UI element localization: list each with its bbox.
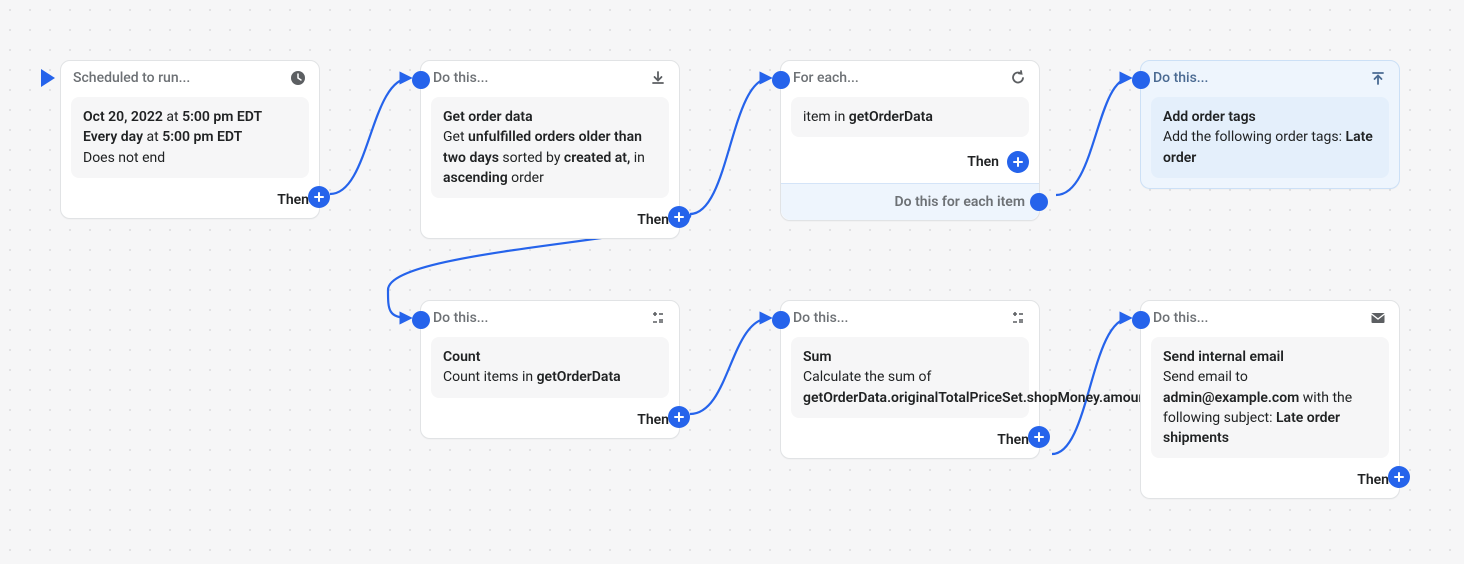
send-email-body: Send internal email Send email to admin@… xyxy=(1151,337,1389,458)
then-label: Then xyxy=(1357,472,1389,488)
schedule-body: Oct 20, 2022 at 5:00 pm EDT Every day at… xyxy=(71,97,309,178)
card-header-label: Do this... xyxy=(433,310,641,326)
then-label: Then xyxy=(277,192,309,208)
node-connector-dot xyxy=(412,71,430,89)
send-email-card[interactable]: Do this... Send internal email Send emai… xyxy=(1140,300,1400,499)
node-connector-dot xyxy=(772,311,790,329)
then-label: Then xyxy=(637,412,669,428)
card-header-label: For each... xyxy=(793,70,1001,86)
clock-icon xyxy=(289,69,307,87)
add-step-button[interactable] xyxy=(1028,426,1050,448)
add-step-button[interactable] xyxy=(668,206,690,228)
calculator-icon xyxy=(1009,309,1027,327)
add-order-tags-card[interactable]: Do this... Add order tags Add the follow… xyxy=(1140,60,1400,189)
card-header-label: Scheduled to run... xyxy=(73,70,281,86)
sum-body: Sum Calculate the sum of getOrderData.or… xyxy=(791,337,1029,418)
count-card[interactable]: Do this... Count Count items in getOrder… xyxy=(420,300,680,439)
for-each-card[interactable]: For each... item in getOrderData Then Do… xyxy=(780,60,1040,221)
node-connector-dot xyxy=(772,71,790,89)
foreach-footer[interactable]: Do this for each item xyxy=(781,183,1039,220)
card-header-label: Do this... xyxy=(793,310,1001,326)
node-connector-dot xyxy=(1132,71,1150,89)
add-step-button[interactable] xyxy=(1388,466,1410,488)
play-icon xyxy=(41,69,55,87)
node-connector-dot xyxy=(1132,311,1150,329)
card-header-label: Do this... xyxy=(1153,70,1361,86)
add-step-button[interactable] xyxy=(308,186,330,208)
calculator-icon xyxy=(649,309,667,327)
then-label: Then xyxy=(637,212,669,228)
sum-card[interactable]: Do this... Sum Calculate the sum of getO… xyxy=(780,300,1040,459)
foreach-footer-label: Do this for each item xyxy=(895,194,1025,210)
node-connector-dot xyxy=(412,311,430,329)
add-order-tags-body: Add order tags Add the following order t… xyxy=(1151,97,1389,178)
mail-icon xyxy=(1369,309,1387,327)
card-header-label: Do this... xyxy=(1153,310,1361,326)
import-icon xyxy=(1369,69,1387,87)
then-label: Then xyxy=(997,432,1029,448)
loop-icon xyxy=(1009,69,1027,87)
download-icon xyxy=(649,69,667,87)
node-connector-dot xyxy=(1030,193,1048,211)
add-step-button[interactable] xyxy=(1007,151,1029,173)
get-order-data-body: Get order data Get unfulfilled orders ol… xyxy=(431,97,669,198)
for-each-body: item in getOrderData xyxy=(791,97,1029,137)
card-header-label: Do this... xyxy=(433,70,641,86)
add-step-button[interactable] xyxy=(668,406,690,428)
get-order-data-card[interactable]: Do this... Get order data Get unfulfille… xyxy=(420,60,680,239)
then-label: Then xyxy=(967,154,999,170)
schedule-card[interactable]: Scheduled to run... Oct 20, 2022 at 5:00… xyxy=(60,60,320,219)
count-body: Count Count items in getOrderData xyxy=(431,337,669,398)
